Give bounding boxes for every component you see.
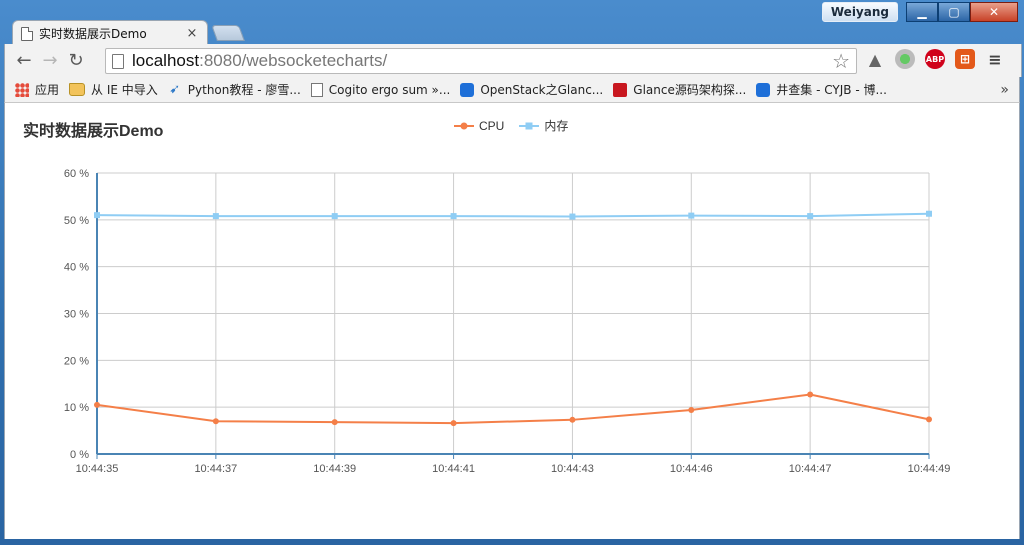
green-dot-extension-icon[interactable]: [895, 49, 915, 69]
bookmark-label: 从 IE 中导入: [91, 83, 158, 97]
data-point-memory: [331, 213, 338, 220]
bookmark-glance[interactable]: Glance源码架构探...: [613, 81, 746, 98]
data-point-cpu: [569, 416, 576, 423]
data-point-cpu: [926, 416, 932, 423]
browser-window: Weiyang ▁ ▢ ✕ 实时数据展示Demo × ← → ↻ localho…: [0, 0, 1024, 545]
extension-icons: ▲ ABP ⊞ ≡: [865, 49, 1005, 69]
bookmarks-overflow-icon[interactable]: »: [1000, 82, 1009, 98]
y-tick-label: 50 %: [64, 215, 89, 227]
y-tick-label: 20 %: [64, 355, 89, 367]
y-tick-label: 30 %: [64, 309, 89, 321]
x-tick-label: 10:44:35: [76, 463, 119, 475]
address-bar[interactable]: localhost:8080/websocketecharts/ ☆: [105, 48, 857, 74]
document-icon: [310, 82, 323, 97]
bookmark-label: Cogito ergo sum »...: [328, 82, 451, 97]
orange-extension-icon[interactable]: ⊞: [955, 49, 975, 69]
chrome-menu-icon[interactable]: ≡: [985, 49, 1005, 69]
data-point-memory: [569, 213, 576, 220]
bookmark-label: Glance源码架构探...: [633, 83, 747, 97]
x-tick-label: 10:44:43: [551, 463, 594, 475]
x-tick-label: 10:44:46: [670, 463, 713, 475]
data-point-memory: [94, 212, 100, 219]
bookmark-cyjb[interactable]: 井查集 - CYJB - 博...: [756, 81, 887, 98]
rocket-icon: ➹: [169, 81, 181, 97]
bookmark-label: Python教程 - 廖雪...: [187, 83, 301, 97]
wizard-extension-icon[interactable]: ▲: [865, 49, 885, 69]
data-point-memory: [450, 213, 457, 220]
y-tick-label: 40 %: [64, 262, 89, 274]
x-tick-label: 10:44:37: [194, 463, 237, 475]
bookmark-ie-import[interactable]: 从 IE 中导入: [69, 81, 158, 98]
x-tick-label: 10:44:41: [432, 463, 475, 475]
data-point-cpu: [212, 418, 219, 425]
url-host: localhost: [132, 51, 200, 70]
bookmark-python[interactable]: ➹ Python教程 - 廖雪...: [168, 81, 301, 98]
url-path: :8080/websocketecharts/: [199, 51, 388, 70]
url-text: localhost:8080/websocketecharts/: [132, 51, 387, 71]
data-point-memory: [807, 213, 814, 220]
tab-strip: 实时数据展示Demo ×: [0, 18, 1024, 46]
data-point-cpu: [688, 406, 695, 413]
line-chart: 0 % 10 % 20 % 30 % 40 % 50 % 60 % 10:44:35 10:44…: [64, 168, 951, 475]
x-tick-label: 10:44:49: [908, 463, 951, 475]
y-tick-label: 0 %: [70, 449, 89, 461]
data-point-cpu: [807, 391, 814, 398]
data-point-memory: [212, 213, 219, 220]
red-c-icon: [613, 82, 628, 97]
bookmark-label: 应用: [35, 83, 60, 97]
apps-grid-icon: [15, 82, 29, 97]
data-point-cpu: [94, 401, 100, 408]
x-tick-label: 10:44:39: [313, 463, 356, 475]
data-point-cpu: [331, 419, 338, 426]
y-tick-label: 10 %: [64, 402, 89, 414]
tab-close-icon[interactable]: ×: [185, 26, 199, 41]
bookmark-cogito[interactable]: Cogito ergo sum »...: [310, 82, 451, 97]
bookmark-openstack[interactable]: OpenStack之Glanc...: [460, 81, 603, 98]
back-icon[interactable]: ←: [11, 48, 37, 74]
window-bottom-edge: [0, 539, 1024, 545]
blue-site-icon: [460, 82, 475, 97]
data-point-cpu: [450, 420, 457, 427]
bookmark-label: OpenStack之Glanc...: [480, 83, 604, 97]
blue-site-icon: [756, 82, 771, 97]
tab-active[interactable]: 实时数据展示Demo ×: [12, 20, 208, 46]
bookmark-label: 井查集 - CYJB - 博...: [776, 83, 887, 97]
bookmark-apps[interactable]: 应用: [15, 81, 59, 98]
browser-toolbar: ← → ↻ localhost:8080/websocketecharts/ ☆…: [4, 44, 1022, 77]
tab-title: 实时数据展示Demo: [39, 27, 147, 41]
page-icon: [21, 26, 33, 41]
data-point-memory: [926, 210, 932, 217]
page-info-icon[interactable]: [112, 53, 124, 69]
bookmark-star-icon[interactable]: ☆: [832, 49, 850, 73]
page-content: 实时数据展示Demo CPU 内存 0 % 10 % 20 % 30 % 40 % 50 …: [4, 103, 1020, 539]
folder-icon: [69, 83, 86, 96]
series-line-cpu: [96, 393, 930, 425]
data-point-memory: [688, 212, 695, 219]
series-line-memory: [96, 212, 930, 218]
new-tab-button[interactable]: [211, 25, 245, 41]
adblock-plus-icon[interactable]: ABP: [925, 49, 945, 69]
forward-icon[interactable]: →: [37, 48, 63, 74]
reload-icon[interactable]: ↻: [63, 48, 89, 74]
bookmarks-bar: 应用 从 IE 中导入 ➹ Python教程 - 廖雪... Cogito er…: [4, 77, 1020, 103]
x-tick-label: 10:44:47: [789, 463, 832, 475]
y-tick-label: 60 %: [64, 168, 89, 180]
